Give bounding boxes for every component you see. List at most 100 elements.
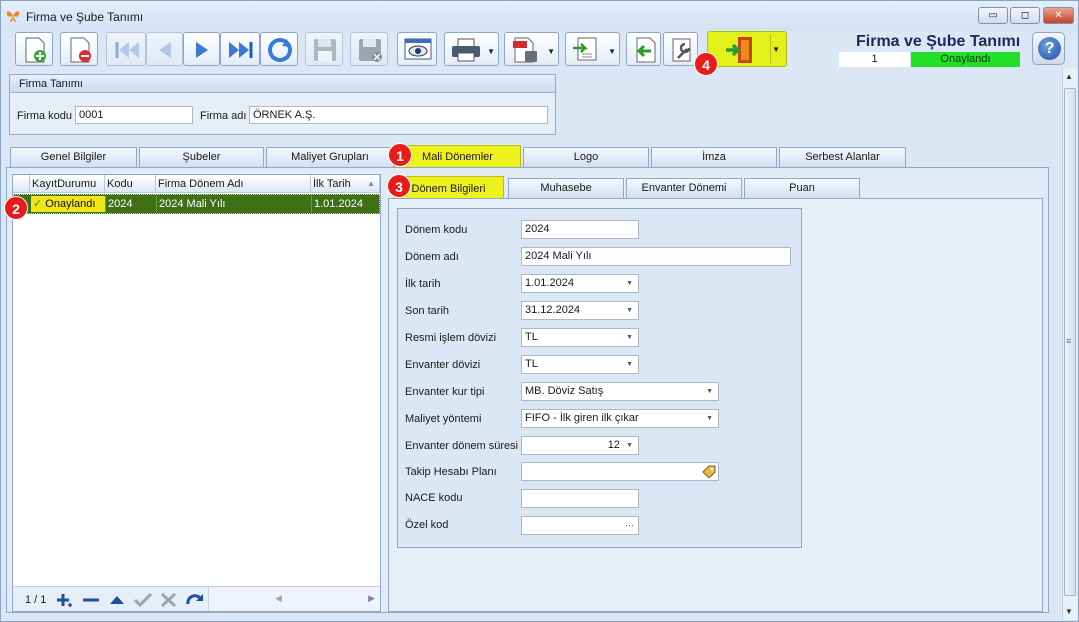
grid-navigator: 1 / 1 ◀ ▶ xyxy=(13,586,380,611)
lookup-tag-icon[interactable] xyxy=(702,465,716,478)
nace-code-input[interactable] xyxy=(521,489,639,508)
period-name-label: Dönem adı xyxy=(405,251,459,263)
exit-dropdown-icon[interactable]: ▼ xyxy=(772,45,780,54)
tab-general[interactable]: Genel Bilgiler xyxy=(10,147,137,167)
first-record-icon xyxy=(115,42,139,58)
scroll-left-icon[interactable]: ◀ xyxy=(275,593,282,604)
chevron-down-icon[interactable]: ▼ xyxy=(626,437,633,454)
cost-method-select[interactable]: FIFO - İlk giren ilk çıkar ▼ xyxy=(521,409,719,428)
cancel-edit-icon[interactable] xyxy=(159,592,179,608)
delete-record-icon xyxy=(70,37,91,63)
inventory-currency-label: Envanter dövizi xyxy=(405,359,481,371)
inventory-rate-type-select[interactable]: MB. Döviz Satış ▼ xyxy=(521,382,719,401)
previous-record-button[interactable] xyxy=(146,32,183,66)
preview-button[interactable] xyxy=(397,32,437,66)
fiscal-periods-grid: KayıtDurumu Kodu Firma Dönem Adı İlk Tar… xyxy=(12,174,381,612)
help-button[interactable]: ? xyxy=(1032,32,1065,65)
chevron-down-icon[interactable]: ▼ xyxy=(706,410,713,427)
save-button[interactable] xyxy=(305,32,343,66)
export-dropdown-icon[interactable]: ▼ xyxy=(608,47,616,56)
chevron-down-icon[interactable]: ▼ xyxy=(706,383,713,400)
redo-icon[interactable] xyxy=(185,592,205,608)
company-group-title: Firma Tanımı xyxy=(10,75,555,93)
add-row-icon[interactable] xyxy=(55,592,75,608)
inventory-currency-value: TL xyxy=(525,358,538,370)
tab-signature[interactable]: İmza xyxy=(651,147,777,167)
tab-cost-groups[interactable]: Maliyet Grupları xyxy=(266,147,394,167)
page-title: Firma ve Şube Tanımı xyxy=(856,33,1021,50)
next-record-button[interactable] xyxy=(183,32,220,66)
window-vscroll[interactable]: ▲ ≡ ▼ xyxy=(1062,68,1077,620)
pdf-dropdown-icon[interactable]: ▼ xyxy=(547,47,555,56)
cancel-save-button[interactable] xyxy=(350,32,388,66)
company-code-input[interactable]: 0001 xyxy=(75,106,193,124)
grid-header-code[interactable]: Kodu xyxy=(105,175,156,193)
tab-fiscal-periods[interactable]: Mali Dönemler xyxy=(394,145,521,168)
tools-button[interactable] xyxy=(663,32,698,66)
grid-header-status[interactable]: KayıtDurumu xyxy=(30,175,105,193)
scroll-up-icon[interactable]: ▲ xyxy=(1065,72,1073,81)
period-name-input[interactable]: 2024 Mali Yılı xyxy=(521,247,791,266)
last-record-icon xyxy=(229,42,253,58)
refresh-button[interactable] xyxy=(260,32,298,66)
next-record-icon xyxy=(196,42,208,58)
period-code-input[interactable]: 2024 xyxy=(521,220,639,239)
end-date-picker[interactable]: 31.12.2024 ▼ xyxy=(521,301,639,320)
grip-icon: ≡ xyxy=(1066,336,1072,346)
exit-button[interactable]: ▼ xyxy=(707,31,787,67)
annotation-badge-1: 1 xyxy=(388,143,412,167)
pager-text: 1 / 1 xyxy=(25,594,47,606)
main-window: Firma ve Şube Tanımı ▭ ◻ ✕ ▼ ▼ ▼ ▼ Firma… xyxy=(0,0,1079,622)
confirm-icon[interactable] xyxy=(133,592,153,608)
subtab-accounting[interactable]: Muhasebe xyxy=(508,178,624,198)
scroll-thumb[interactable]: ≡ xyxy=(1064,88,1076,596)
record-number: 1 xyxy=(839,52,910,67)
row-name-cell: 2024 Mali Yılı xyxy=(157,196,312,212)
official-currency-select[interactable]: TL ▼ xyxy=(521,328,639,347)
chevron-down-icon[interactable]: ▼ xyxy=(626,302,633,319)
grid-header-name[interactable]: Firma Dönem Adı xyxy=(156,175,311,193)
chevron-down-icon[interactable]: ▼ xyxy=(626,356,633,373)
cancel-save-icon xyxy=(359,39,382,62)
maximize-button[interactable]: ◻ xyxy=(1010,7,1040,24)
first-record-button[interactable] xyxy=(106,32,146,66)
butterfly-icon xyxy=(6,11,20,22)
company-code-label: Firma kodu xyxy=(17,110,73,122)
tracking-account-plan-input[interactable] xyxy=(521,462,719,481)
scroll-right-icon[interactable]: ▶ xyxy=(368,593,375,604)
ellipsis-icon[interactable]: ··· xyxy=(625,517,634,534)
exit-icon xyxy=(726,37,752,63)
inventory-rate-type-label: Envanter kur tipi xyxy=(405,386,485,398)
last-record-button[interactable] xyxy=(220,32,260,66)
scroll-down-icon[interactable]: ▼ xyxy=(1065,607,1073,616)
print-dropdown-icon[interactable]: ▼ xyxy=(487,47,495,56)
annotation-badge-2: 2 xyxy=(4,196,28,220)
grid-hscroll[interactable]: ◀ ▶ xyxy=(208,587,380,611)
inventory-period-duration-spinner[interactable]: 12 ▼ xyxy=(521,436,639,455)
inventory-currency-select[interactable]: TL ▼ xyxy=(521,355,639,374)
export-button[interactable]: ▼ xyxy=(565,32,620,66)
close-button[interactable]: ✕ xyxy=(1043,7,1074,24)
company-name-input[interactable]: ÖRNEK A.Ş. xyxy=(249,106,548,124)
back-button[interactable] xyxy=(626,32,661,66)
start-date-picker[interactable]: 1.01.2024 ▼ xyxy=(521,274,639,293)
remove-row-icon[interactable] xyxy=(81,592,101,608)
export-icon xyxy=(573,37,597,61)
chevron-down-icon[interactable]: ▼ xyxy=(626,275,633,292)
tab-custom-fields[interactable]: Serbest Alanlar xyxy=(779,147,906,167)
table-row[interactable]: ✓ Onaylandı 2024 2024 Mali Yılı 1.01.202… xyxy=(13,194,380,214)
delete-record-button[interactable] xyxy=(60,32,98,66)
subtab-score[interactable]: Puan xyxy=(744,178,860,198)
tab-logo[interactable]: Logo xyxy=(523,147,649,167)
new-record-button[interactable] xyxy=(15,32,53,66)
row-status-cell: ✓ Onaylandı xyxy=(31,196,106,212)
special-code-input[interactable]: ··· xyxy=(521,516,639,535)
pdf-export-button[interactable]: ▼ xyxy=(504,32,559,66)
print-button[interactable]: ▼ xyxy=(444,32,499,66)
chevron-down-icon[interactable]: ▼ xyxy=(626,329,633,346)
minimize-button[interactable]: ▭ xyxy=(978,7,1008,24)
grid-header-start[interactable]: İlk Tarih ▲ xyxy=(311,175,380,193)
subtab-inventory-period[interactable]: Envanter Dönemi xyxy=(626,178,742,198)
tab-branches[interactable]: Şubeler xyxy=(139,147,264,167)
move-up-icon[interactable] xyxy=(107,592,127,608)
